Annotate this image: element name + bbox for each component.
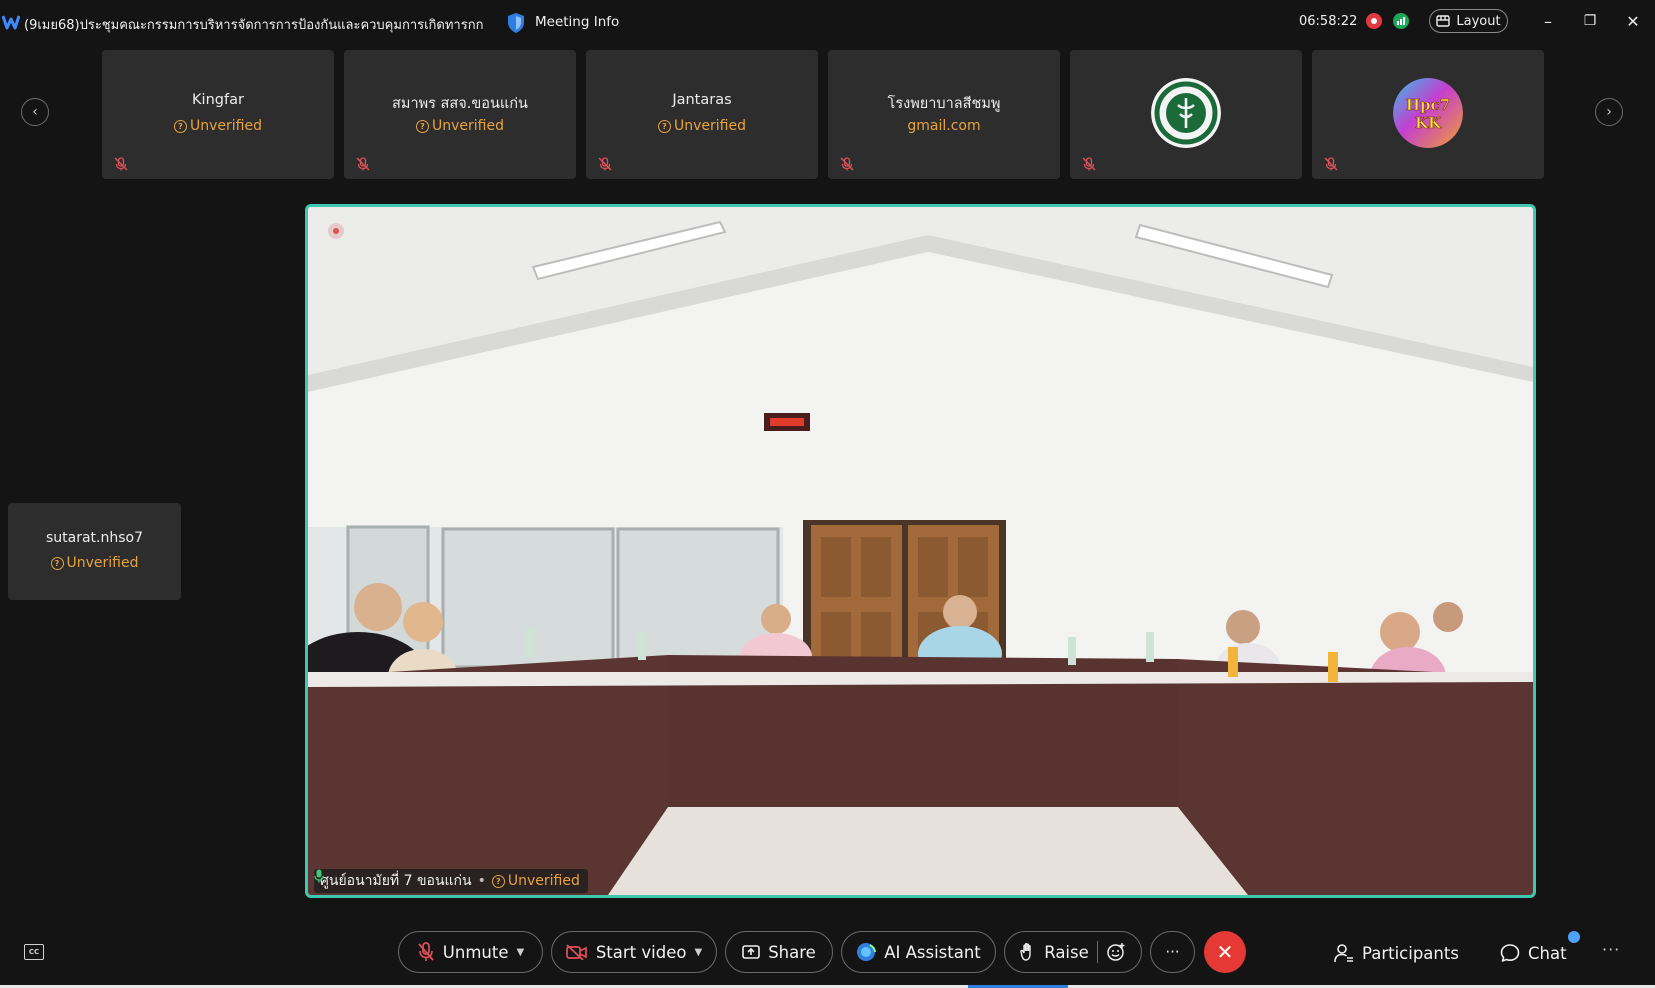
- mic-muted-icon: [114, 157, 128, 171]
- unverified-icon: ?: [491, 875, 505, 888]
- participant-status: ? Unverified: [8, 555, 181, 571]
- raise-hand-button[interactable]: Raise: [1004, 931, 1142, 973]
- minimize-button[interactable]: –: [1537, 10, 1559, 32]
- mic-muted-icon: [356, 157, 370, 171]
- ai-assistant-icon: [857, 943, 877, 961]
- participant-tile[interactable]: สมาพร สสจ.ขอนแก่น ? Unverified: [344, 50, 576, 179]
- participant-name: Kingfar: [192, 92, 244, 108]
- participant-tile[interactable]: Hpc7 KK: [1312, 50, 1544, 179]
- unmute-label: Unmute: [442, 942, 509, 962]
- ai-assistant-button[interactable]: AI Assistant: [841, 931, 996, 973]
- recording-icon[interactable]: [1366, 13, 1382, 29]
- share-screen-icon: [742, 945, 760, 959]
- mic-muted-icon: [598, 157, 612, 171]
- meeting-info-button[interactable]: Meeting Info: [535, 14, 619, 30]
- network-signal-icon[interactable]: [1393, 13, 1409, 29]
- microphone-icon: [314, 869, 324, 883]
- chat-bubble-icon: [1500, 944, 1520, 962]
- side-participant-tile[interactable]: sutarat.nhso7 ? Unverified: [8, 503, 181, 600]
- title-bar: (9เมย68)ประชุมคณะกรรมการบริหารจัดการการป…: [0, 0, 1655, 44]
- participant-status: gmail.com: [907, 118, 981, 134]
- restore-button[interactable]: ❐: [1579, 10, 1601, 32]
- next-page-arrow-icon[interactable]: ›: [1595, 98, 1623, 126]
- participant-tile[interactable]: [1070, 50, 1302, 179]
- participant-name: Jantaras: [672, 92, 732, 108]
- chevron-down-icon[interactable]: ▼: [516, 947, 524, 958]
- start-video-label: Start video: [595, 942, 687, 962]
- active-speaker-name: ศูนย์อนามัยที่ 7 ขอนแก่น: [320, 873, 472, 889]
- close-window-button[interactable]: ✕: [1622, 10, 1644, 32]
- participant-name: sutarat.nhso7: [45, 530, 144, 546]
- ministry-of-public-health-logo: [1151, 78, 1221, 148]
- participant-name: โรงพยาบาลสีชมพู: [887, 96, 1001, 112]
- more-options-right-button[interactable]: ···: [1602, 940, 1620, 959]
- meeting-timer: 06:58:22: [1299, 14, 1358, 29]
- participant-status: ? Unverified: [344, 118, 576, 134]
- video-off-icon: [565, 944, 587, 960]
- chat-label: Chat: [1528, 943, 1567, 963]
- participants-label: Participants: [1362, 943, 1459, 963]
- unverified-icon: ?: [658, 120, 671, 133]
- participant-tile[interactable]: Kingfar ? Unverified: [102, 50, 334, 179]
- raise-hand-icon: [1020, 943, 1031, 961]
- meeting-title: (9เมย68)ประชุมคณะกรรมการบริหารจัดการการป…: [24, 18, 484, 33]
- button-divider: [1096, 941, 1098, 963]
- layout-label: Layout: [1456, 13, 1501, 29]
- mic-muted-icon: [1324, 157, 1338, 171]
- webex-logo-icon: [2, 15, 20, 30]
- participants-button[interactable]: Participants: [1334, 940, 1459, 966]
- participant-status: ? Unverified: [102, 118, 334, 134]
- chat-notification-badge: [1568, 931, 1580, 943]
- unverified-icon: ?: [50, 557, 64, 570]
- chevron-down-icon[interactable]: ▼: [694, 947, 702, 958]
- closed-captions-icon[interactable]: CC: [24, 944, 44, 960]
- svg-text:KK: KK: [1415, 114, 1442, 132]
- reactions-icon[interactable]: [1106, 942, 1126, 962]
- mic-muted-icon: [418, 942, 434, 961]
- participant-tile[interactable]: โรงพยาบาลสีชมพู gmail.com: [828, 50, 1060, 179]
- unverified-icon: ?: [416, 120, 429, 133]
- layout-icon: [1436, 15, 1451, 27]
- active-speaker-label: ศูนย์อนามัยที่ 7 ขอนแก่น • ? Unverified: [314, 869, 588, 893]
- active-speaker-status: ? Unverified: [491, 873, 580, 889]
- layout-button[interactable]: Layout: [1429, 9, 1508, 33]
- svg-text:Hpc7: Hpc7: [1406, 96, 1450, 114]
- meeting-room-video-frame: [308, 207, 1533, 895]
- mic-muted-icon: [840, 157, 854, 171]
- label-separator: •: [477, 873, 486, 889]
- previous-page-arrow-icon[interactable]: ‹: [21, 98, 49, 126]
- unmute-button[interactable]: Unmute ▼: [398, 931, 543, 973]
- participant-name: สมาพร สสจ.ขอนแก่น: [392, 96, 528, 112]
- shield-icon[interactable]: [506, 12, 526, 34]
- end-meeting-button[interactable]: ✕: [1204, 931, 1246, 973]
- more-options-button[interactable]: ···: [1150, 931, 1195, 973]
- chat-button[interactable]: Chat: [1500, 940, 1567, 966]
- hpc7-kk-logo: Hpc7 KK: [1393, 78, 1463, 148]
- share-label: Share: [768, 942, 816, 962]
- share-button[interactable]: Share: [725, 931, 833, 973]
- participant-status: ? Unverified: [586, 118, 818, 134]
- mic-muted-icon: [1082, 157, 1096, 171]
- start-video-button[interactable]: Start video ▼: [551, 931, 717, 973]
- participants-icon: [1334, 944, 1353, 963]
- recording-indicator-icon: [328, 223, 344, 239]
- main-video-stage[interactable]: ศูนย์อนามัยที่ 7 ขอนแก่น • ? Unverified: [305, 204, 1536, 898]
- raise-label: Raise: [1044, 942, 1089, 962]
- participant-tile[interactable]: Jantaras ? Unverified: [586, 50, 818, 179]
- ai-assistant-label: AI Assistant: [884, 942, 981, 962]
- unverified-icon: ?: [174, 120, 187, 133]
